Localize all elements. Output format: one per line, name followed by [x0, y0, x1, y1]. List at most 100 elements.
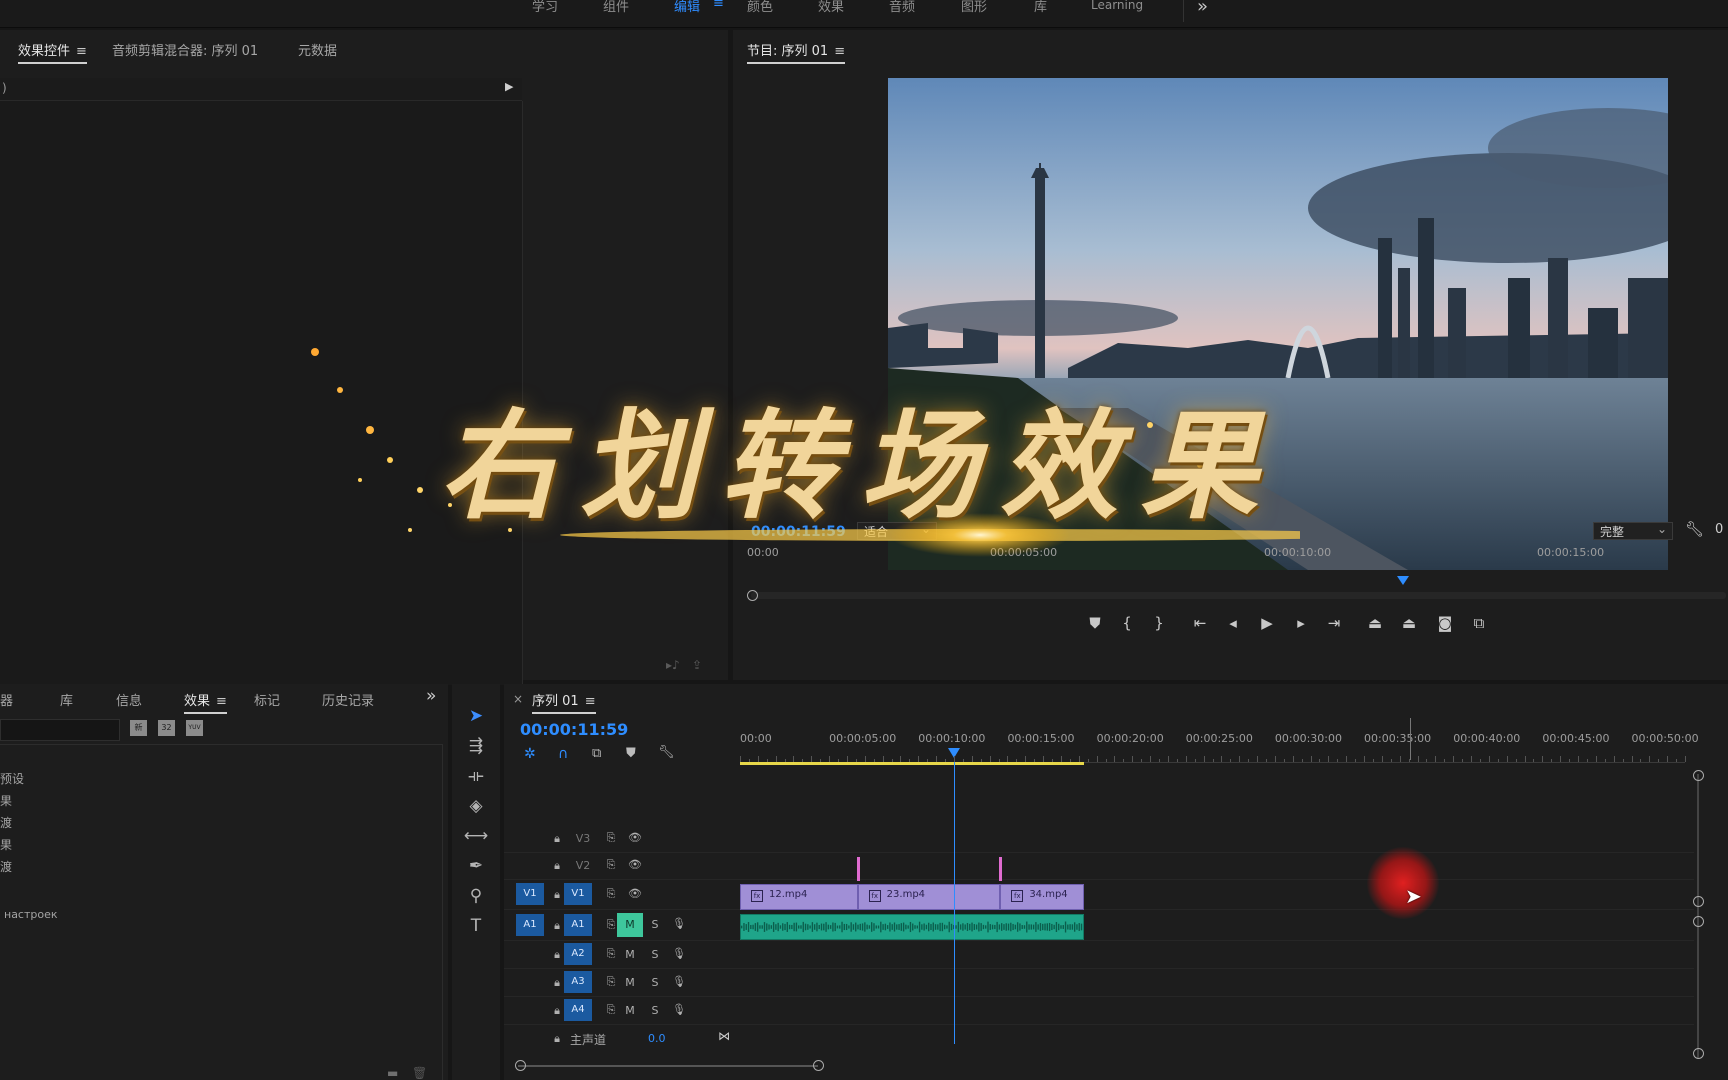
program-scrub-handle[interactable] [747, 590, 758, 601]
mute-button-a4[interactable]: M [621, 1004, 639, 1017]
track-a2[interactable]: 🔒︎ A2 ⎘ M S 🎙︎ [504, 941, 1694, 969]
microphone-icon[interactable]: 🎙︎ [670, 1003, 688, 1016]
track-target-a3[interactable]: A3 [564, 971, 592, 993]
microphone-icon[interactable]: 🎙︎ [670, 947, 688, 960]
tab-history[interactable]: 历史记录 [322, 690, 374, 709]
linked-selection-icon[interactable]: ∩ [558, 746, 568, 762]
mark-in-icon[interactable]: { [1115, 614, 1139, 632]
solo-button-a4[interactable]: S [646, 1004, 664, 1017]
zoom-tool-icon[interactable]: ⚲ [462, 884, 490, 908]
transition-marker[interactable] [999, 857, 1003, 881]
workspace-color[interactable]: 颜色 [747, 0, 773, 15]
v-scroll-handle-mid2[interactable] [1693, 916, 1704, 927]
extract-icon[interactable]: ⏏ [1397, 614, 1421, 632]
workspace-graphics[interactable]: 图形 [961, 0, 987, 15]
ripple-edit-tool-icon[interactable]: ⟛ [462, 764, 490, 788]
microphone-icon[interactable]: 🎙︎ [670, 917, 688, 930]
yuv-effects-button[interactable]: YUV [186, 720, 203, 736]
comparison-view-icon[interactable]: ⧉ [1467, 614, 1491, 632]
close-sequence-icon[interactable]: × [513, 692, 523, 706]
workspace-menu-icon[interactable]: ≡ [713, 0, 724, 11]
mute-button-a2[interactable]: M [621, 948, 639, 961]
track-a4[interactable]: 🔒︎ A4 ⎘ M S 🎙︎ [504, 997, 1694, 1025]
effects-item[interactable]: 果 [0, 792, 12, 809]
v-scroll-handle-bottom[interactable] [1693, 1048, 1704, 1059]
add-marker-icon[interactable]: ⛊ [1083, 614, 1107, 632]
track-v2[interactable]: 🔒︎ V2 ⎘ 👁︎ [504, 852, 1694, 880]
audio-clip[interactable] [740, 914, 1085, 940]
type-tool-icon[interactable]: T [462, 914, 490, 938]
mute-button-a1[interactable]: M [617, 913, 643, 937]
go-to-out-icon[interactable]: ⇥ [1322, 614, 1346, 632]
program-menu-icon[interactable]: ≡ [834, 44, 845, 59]
work-area-bar[interactable] [740, 762, 1085, 765]
effects-menu-icon[interactable]: ≡ [216, 694, 227, 709]
track-a3[interactable]: 🔒︎ A3 ⎘ M S 🎙︎ [504, 969, 1694, 997]
solo-button-a2[interactable]: S [646, 948, 664, 961]
program-playhead[interactable] [1397, 576, 1409, 585]
accelerated-effects-button[interactable]: 新 [130, 720, 147, 736]
workspace-overflow-icon[interactable]: » [1197, 0, 1208, 17]
lift-icon[interactable]: ⏏ [1363, 614, 1387, 632]
quality-select[interactable]: 完整 [1593, 520, 1673, 540]
pen-tool-icon[interactable]: ✒ [462, 854, 490, 878]
source-patch-a1[interactable]: A1 [516, 914, 544, 936]
workspace-libraries[interactable]: 库 [1034, 0, 1047, 15]
eye-icon[interactable]: 👁︎ [626, 858, 644, 871]
track-select-tool-icon[interactable]: ⇶ [462, 734, 490, 758]
effects-item[interactable]: 渡 [0, 858, 12, 875]
mute-button-a3[interactable]: M [621, 976, 639, 989]
workspace-audio[interactable]: 音频 [889, 0, 915, 15]
timeline-sequence-tab[interactable]: 序列 01 ≡ [532, 690, 596, 714]
slip-tool-icon[interactable]: ⟷ [462, 824, 490, 848]
zoom-bar-left-handle[interactable] [515, 1060, 526, 1071]
video-clip[interactable]: fx 12.mp4 [740, 884, 858, 910]
workspace-assembly[interactable]: 组件 [603, 0, 629, 15]
horizontal-zoom-bar[interactable] [518, 1065, 818, 1067]
tab-metadata[interactable]: 元数据 [298, 40, 337, 59]
video-clip[interactable]: fx 34.mp4 [1000, 884, 1085, 910]
export-icon[interactable]: ⇪ [692, 658, 702, 672]
timeline-menu-icon[interactable]: ≡ [585, 694, 596, 709]
v-scroll-handle-top[interactable] [1693, 770, 1704, 781]
timeline-timecode[interactable]: 00:00:11:59 [520, 720, 628, 739]
track-target-a4[interactable]: A4 [564, 999, 592, 1021]
tab-libraries[interactable]: 库 [60, 690, 73, 709]
tab-fragment[interactable]: 器 [0, 690, 13, 709]
expand-arrow-icon[interactable]: ▶ [505, 80, 513, 93]
solo-button-a3[interactable]: S [646, 976, 664, 989]
selection-tool-icon[interactable]: ➤ [462, 704, 490, 728]
source-patch-v1[interactable]: V1 [516, 883, 544, 905]
eye-icon[interactable]: 👁︎ [626, 887, 644, 900]
lock-icon[interactable]: 🔒︎ [548, 859, 566, 873]
track-target-a1[interactable]: A1 [564, 914, 592, 936]
nest-icon[interactable]: ⧉ [592, 746, 601, 761]
program-scrub-bar[interactable] [751, 592, 1726, 599]
lock-icon[interactable]: 🔒︎ [548, 1032, 566, 1046]
workspace-learn[interactable]: 学习 [532, 0, 558, 15]
timeline-marker-icon[interactable]: ⛊ [626, 746, 636, 761]
wrench-icon[interactable]: 🔧︎ [1685, 520, 1704, 538]
microphone-icon[interactable]: 🎙︎ [670, 975, 688, 988]
effects-item[interactable]: настроек [4, 908, 58, 921]
lock-icon[interactable]: 🔒︎ [548, 832, 566, 846]
sync-lock-icon[interactable]: ⎘ [602, 947, 620, 961]
workspace-editing[interactable]: 编辑 [674, 0, 700, 15]
panel-menu-icon[interactable]: ≡ [76, 44, 87, 59]
sync-lock-icon[interactable]: ⎘ [602, 858, 620, 872]
v-scroll-handle-mid[interactable] [1693, 896, 1704, 907]
delete-icon[interactable]: 🗑︎ [412, 1066, 427, 1080]
eye-icon[interactable]: 👁︎ [626, 831, 644, 844]
sync-lock-icon[interactable]: ⎘ [602, 887, 620, 901]
effects-overflow-icon[interactable]: » [426, 686, 436, 706]
tab-markers[interactable]: 标记 [254, 690, 280, 709]
effects-item-presets[interactable]: 预设 [0, 770, 24, 787]
track-target-v1[interactable]: V1 [564, 883, 592, 905]
tab-effect-controls[interactable]: 效果控件 ≡ [18, 40, 87, 64]
timeline-settings-icon[interactable]: 🔧︎ [658, 745, 675, 760]
sync-lock-icon[interactable]: ⎘ [602, 975, 620, 989]
master-volume-value[interactable]: 0.0 [648, 1032, 666, 1045]
track-v3[interactable]: 🔒︎ V3 ⎘ 👁︎ [504, 825, 1694, 853]
sync-lock-icon[interactable]: ⎘ [602, 831, 620, 845]
new-bin-icon[interactable]: ▬ [387, 1066, 398, 1080]
